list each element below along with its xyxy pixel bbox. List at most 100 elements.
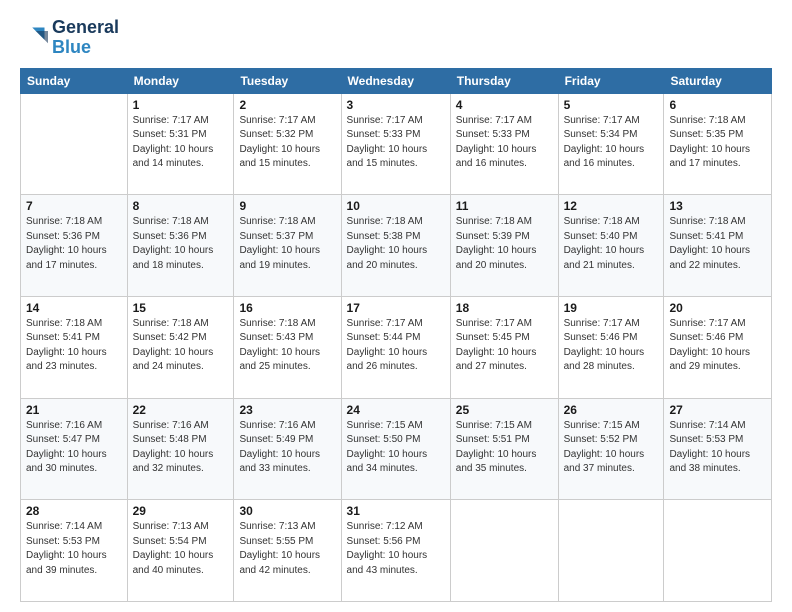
day-info: Sunrise: 7:17 AMSunset: 5:31 PMDaylight:… xyxy=(133,114,229,172)
day-info: Sunrise: 7:17 AMSunset: 5:45 PMDaylight:… xyxy=(456,317,553,375)
day-header-saturday: Saturday xyxy=(664,68,772,93)
day-info: Sunrise: 7:16 AMSunset: 5:48 PMDaylight:… xyxy=(133,419,229,477)
day-number: 15 xyxy=(133,301,229,315)
calendar-cell: 21 Sunrise: 7:16 AMSunset: 5:47 PMDayligh… xyxy=(21,398,128,500)
day-number: 31 xyxy=(347,504,445,518)
header-row: SundayMondayTuesdayWednesdayThursdayFrid… xyxy=(21,68,772,93)
calendar-cell: 31 Sunrise: 7:12 AMSunset: 5:56 PMDayligh… xyxy=(341,500,450,602)
calendar-cell: 24 Sunrise: 7:15 AMSunset: 5:50 PMDayligh… xyxy=(341,398,450,500)
day-info: Sunrise: 7:15 AMSunset: 5:50 PMDaylight:… xyxy=(347,419,445,477)
calendar-cell: 19 Sunrise: 7:17 AMSunset: 5:46 PMDayligh… xyxy=(558,296,664,398)
calendar-cell: 1 Sunrise: 7:17 AMSunset: 5:31 PMDaylight… xyxy=(127,93,234,195)
calendar-cell xyxy=(558,500,664,602)
calendar-cell: 14 Sunrise: 7:18 AMSunset: 5:41 PMDayligh… xyxy=(21,296,128,398)
day-number: 16 xyxy=(239,301,335,315)
day-header-sunday: Sunday xyxy=(21,68,128,93)
calendar-cell: 5 Sunrise: 7:17 AMSunset: 5:34 PMDaylight… xyxy=(558,93,664,195)
day-header-thursday: Thursday xyxy=(450,68,558,93)
day-number: 20 xyxy=(669,301,766,315)
day-info: Sunrise: 7:15 AMSunset: 5:52 PMDaylight:… xyxy=(564,419,659,477)
day-number: 21 xyxy=(26,403,122,417)
calendar-cell: 16 Sunrise: 7:18 AMSunset: 5:43 PMDayligh… xyxy=(234,296,341,398)
day-number: 14 xyxy=(26,301,122,315)
logo-text: General Blue xyxy=(52,18,119,58)
calendar-cell: 22 Sunrise: 7:16 AMSunset: 5:48 PMDayligh… xyxy=(127,398,234,500)
day-number: 12 xyxy=(564,199,659,213)
header: General Blue xyxy=(20,18,772,58)
day-info: Sunrise: 7:12 AMSunset: 5:56 PMDaylight:… xyxy=(347,520,445,578)
calendar-cell: 26 Sunrise: 7:15 AMSunset: 5:52 PMDayligh… xyxy=(558,398,664,500)
day-info: Sunrise: 7:17 AMSunset: 5:46 PMDaylight:… xyxy=(669,317,766,375)
day-number: 13 xyxy=(669,199,766,213)
day-info: Sunrise: 7:14 AMSunset: 5:53 PMDaylight:… xyxy=(669,419,766,477)
day-info: Sunrise: 7:17 AMSunset: 5:32 PMDaylight:… xyxy=(239,114,335,172)
day-info: Sunrise: 7:15 AMSunset: 5:51 PMDaylight:… xyxy=(456,419,553,477)
day-number: 17 xyxy=(347,301,445,315)
week-row-4: 28 Sunrise: 7:14 AMSunset: 5:53 PMDayligh… xyxy=(21,500,772,602)
day-header-wednesday: Wednesday xyxy=(341,68,450,93)
calendar-cell: 12Sunrise: 7:18 AMSunset: 5:40 PMDayligh… xyxy=(558,195,664,297)
calendar-cell: 3Sunrise: 7:17 AMSunset: 5:33 PMDaylight… xyxy=(341,93,450,195)
calendar-cell: 27 Sunrise: 7:14 AMSunset: 5:53 PMDayligh… xyxy=(664,398,772,500)
logo-icon xyxy=(20,24,48,52)
day-info: Sunrise: 7:18 AMSunset: 5:37 PMDaylight:… xyxy=(239,215,335,273)
day-info: Sunrise: 7:18 AMSunset: 5:36 PMDaylight:… xyxy=(26,215,122,273)
day-number: 9 xyxy=(239,199,335,213)
day-info: Sunrise: 7:17 AMSunset: 5:46 PMDaylight:… xyxy=(564,317,659,375)
calendar-cell: 4Sunrise: 7:17 AMSunset: 5:33 PMDaylight… xyxy=(450,93,558,195)
day-info: Sunrise: 7:13 AMSunset: 5:55 PMDaylight:… xyxy=(239,520,335,578)
day-number: 29 xyxy=(133,504,229,518)
day-info: Sunrise: 7:18 AMSunset: 5:35 PMDaylight:… xyxy=(669,114,766,172)
calendar-cell: 20 Sunrise: 7:17 AMSunset: 5:46 PMDayligh… xyxy=(664,296,772,398)
day-number: 10 xyxy=(347,199,445,213)
page: General Blue SundayMondayTuesdayWednesda… xyxy=(0,0,792,612)
day-number: 24 xyxy=(347,403,445,417)
day-number: 3 xyxy=(347,98,445,112)
day-header-tuesday: Tuesday xyxy=(234,68,341,93)
week-row-1: 7Sunrise: 7:18 AMSunset: 5:36 PMDaylight… xyxy=(21,195,772,297)
day-info: Sunrise: 7:18 AMSunset: 5:41 PMDaylight:… xyxy=(26,317,122,375)
day-number: 1 xyxy=(133,98,229,112)
day-number: 19 xyxy=(564,301,659,315)
day-number: 6 xyxy=(669,98,766,112)
calendar-cell xyxy=(21,93,128,195)
day-number: 8 xyxy=(133,199,229,213)
day-number: 30 xyxy=(239,504,335,518)
day-info: Sunrise: 7:14 AMSunset: 5:53 PMDaylight:… xyxy=(26,520,122,578)
calendar-cell: 7Sunrise: 7:18 AMSunset: 5:36 PMDaylight… xyxy=(21,195,128,297)
calendar-table: SundayMondayTuesdayWednesdayThursdayFrid… xyxy=(20,68,772,602)
calendar-cell: 25 Sunrise: 7:15 AMSunset: 5:51 PMDayligh… xyxy=(450,398,558,500)
calendar-cell: 23 Sunrise: 7:16 AMSunset: 5:49 PMDayligh… xyxy=(234,398,341,500)
day-info: Sunrise: 7:18 AMSunset: 5:39 PMDaylight:… xyxy=(456,215,553,273)
day-info: Sunrise: 7:17 AMSunset: 5:44 PMDaylight:… xyxy=(347,317,445,375)
day-info: Sunrise: 7:18 AMSunset: 5:36 PMDaylight:… xyxy=(133,215,229,273)
day-info: Sunrise: 7:18 AMSunset: 5:38 PMDaylight:… xyxy=(347,215,445,273)
day-info: Sunrise: 7:18 AMSunset: 5:41 PMDaylight:… xyxy=(669,215,766,273)
calendar-cell: 30 Sunrise: 7:13 AMSunset: 5:55 PMDayligh… xyxy=(234,500,341,602)
day-number: 11 xyxy=(456,199,553,213)
day-info: Sunrise: 7:18 AMSunset: 5:43 PMDaylight:… xyxy=(239,317,335,375)
calendar-cell: 10 Sunrise: 7:18 AMSunset: 5:38 PMDayligh… xyxy=(341,195,450,297)
calendar-cell: 6 Sunrise: 7:18 AMSunset: 5:35 PMDaylight… xyxy=(664,93,772,195)
day-number: 25 xyxy=(456,403,553,417)
day-header-friday: Friday xyxy=(558,68,664,93)
day-number: 27 xyxy=(669,403,766,417)
logo: General Blue xyxy=(20,18,119,58)
day-number: 22 xyxy=(133,403,229,417)
day-number: 26 xyxy=(564,403,659,417)
calendar-cell: 29Sunrise: 7:13 AMSunset: 5:54 PMDayligh… xyxy=(127,500,234,602)
week-row-2: 14 Sunrise: 7:18 AMSunset: 5:41 PMDayligh… xyxy=(21,296,772,398)
week-row-3: 21 Sunrise: 7:16 AMSunset: 5:47 PMDayligh… xyxy=(21,398,772,500)
day-info: Sunrise: 7:16 AMSunset: 5:47 PMDaylight:… xyxy=(26,419,122,477)
day-number: 28 xyxy=(26,504,122,518)
day-number: 23 xyxy=(239,403,335,417)
calendar-cell: 17 Sunrise: 7:17 AMSunset: 5:44 PMDayligh… xyxy=(341,296,450,398)
calendar-cell: 2Sunrise: 7:17 AMSunset: 5:32 PMDaylight… xyxy=(234,93,341,195)
day-info: Sunrise: 7:17 AMSunset: 5:34 PMDaylight:… xyxy=(564,114,659,172)
calendar-cell: 13 Sunrise: 7:18 AMSunset: 5:41 PMDayligh… xyxy=(664,195,772,297)
day-number: 18 xyxy=(456,301,553,315)
day-info: Sunrise: 7:16 AMSunset: 5:49 PMDaylight:… xyxy=(239,419,335,477)
day-number: 5 xyxy=(564,98,659,112)
calendar-cell: 11 Sunrise: 7:18 AMSunset: 5:39 PMDayligh… xyxy=(450,195,558,297)
calendar-cell: 8 Sunrise: 7:18 AMSunset: 5:36 PMDaylight… xyxy=(127,195,234,297)
